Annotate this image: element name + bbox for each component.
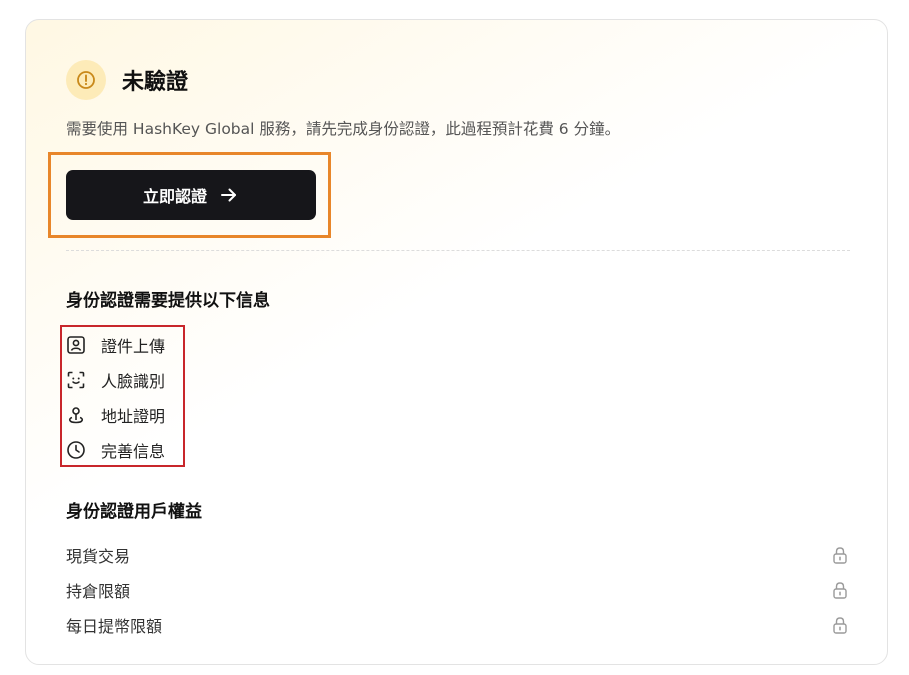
warning-circle-icon xyxy=(66,60,106,100)
requirement-item-address-proof: 地址證明 xyxy=(66,403,165,427)
face-scan-icon xyxy=(66,370,86,390)
benefit-item-daily-withdrawal-limit: 每日提幣限額 xyxy=(66,613,849,637)
verification-card: 未驗證 需要使用 HashKey Global 服務，請先完成身份認證，此過程預… xyxy=(25,19,888,665)
benefit-item-spot-trading: 現貨交易 xyxy=(66,543,849,567)
lock-icon xyxy=(831,581,849,599)
requirement-item-document-upload: 證件上傳 xyxy=(66,333,165,357)
requirement-item-complete-info: 完善信息 xyxy=(66,438,165,462)
id-card-icon xyxy=(66,335,86,355)
benefits-title: 身份認證用戶權益 xyxy=(66,502,202,522)
benefit-label: 每日提幣限額 xyxy=(66,617,163,636)
verification-status: 未驗證 xyxy=(66,60,188,100)
section-divider xyxy=(66,250,850,251)
lock-icon xyxy=(831,546,849,564)
benefit-label: 持倉限額 xyxy=(66,582,131,601)
requirement-label: 人臉識別 xyxy=(101,372,166,391)
verify-now-button[interactable]: 立即認證 xyxy=(66,170,316,220)
location-pin-icon xyxy=(66,405,86,425)
requirements-title: 身份認證需要提供以下信息 xyxy=(66,291,270,311)
requirement-item-face-recognition: 人臉識別 xyxy=(66,368,165,392)
requirement-label: 地址證明 xyxy=(101,407,166,426)
requirement-label: 證件上傳 xyxy=(101,337,166,356)
verification-description: 需要使用 HashKey Global 服務，請先完成身份認證，此過程預計花費 … xyxy=(66,120,621,138)
verify-now-label: 立即認證 xyxy=(142,187,207,206)
arrow-right-icon xyxy=(219,185,239,205)
benefit-item-position-limit: 持倉限額 xyxy=(66,578,849,602)
clock-icon xyxy=(66,440,86,460)
benefit-label: 現貨交易 xyxy=(66,547,131,566)
status-title: 未驗證 xyxy=(122,70,189,95)
requirement-label: 完善信息 xyxy=(101,442,166,461)
lock-icon xyxy=(831,616,849,634)
